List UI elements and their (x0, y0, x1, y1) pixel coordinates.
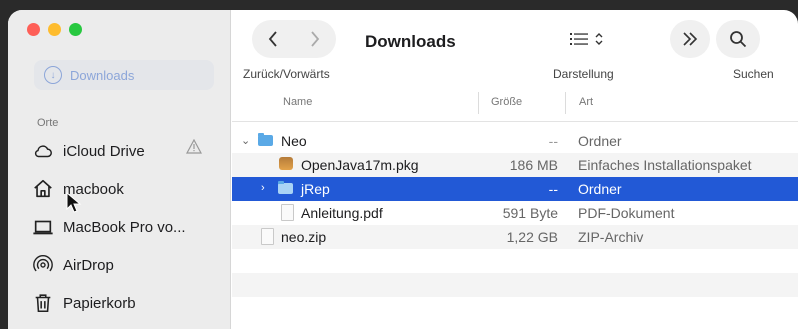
home-icon (34, 179, 52, 198)
drag-ghost-downloads: ↓ Downloads (34, 60, 214, 90)
nav-buttons (252, 20, 336, 58)
airdrop-icon (33, 255, 53, 272)
close-window-button[interactable] (27, 23, 40, 36)
warning-icon[interactable] (186, 139, 202, 154)
list-view-icon (570, 33, 588, 45)
column-divider[interactable] (565, 92, 566, 114)
zoom-window-button[interactable] (69, 23, 82, 36)
file-kind: Ordner (578, 133, 622, 149)
chevron-left-icon (268, 31, 277, 47)
search-icon (730, 31, 747, 48)
empty-row (232, 273, 798, 297)
sidebar-item-label: MacBook Pro vo... (63, 218, 186, 236)
sidebar-section-title: Orte (37, 117, 59, 129)
download-icon: ↓ (44, 66, 62, 84)
pdf-icon (281, 204, 294, 221)
column-header-kind[interactable]: Art (579, 96, 593, 108)
file-kind: Ordner (578, 181, 622, 197)
view-options-button[interactable] (560, 20, 614, 58)
disclosure-closed-icon[interactable]: › (261, 182, 265, 194)
file-row-openjava[interactable]: OpenJava17m.pkg 186 MB Einfaches Install… (232, 153, 798, 177)
sidebar-item-label: AirDrop (63, 256, 114, 274)
sidebar-item-airdrop[interactable]: AirDrop (32, 251, 114, 279)
column-header-name[interactable]: Name (283, 96, 312, 108)
sidebar-item-icloud-drive[interactable]: iCloud Drive (32, 137, 145, 165)
search-label: Suchen (733, 67, 774, 81)
search-button[interactable] (716, 20, 760, 58)
file-kind: Einfaches Installationspaket (578, 157, 752, 173)
file-name: Anleitung.pdf (301, 205, 383, 221)
window-title: Downloads (365, 32, 456, 51)
folder-icon (258, 133, 273, 146)
empty-row (232, 297, 798, 321)
file-size: 591 Byte (502, 205, 558, 221)
file-kind: PDF-Dokument (578, 205, 675, 221)
file-row-anleitung[interactable]: Anleitung.pdf 591 Byte PDF-Dokument (232, 201, 798, 225)
sidebar-item-trash[interactable]: Papierkorb (32, 289, 136, 317)
sidebar-item-label: iCloud Drive (63, 142, 145, 160)
view-options-label: Darstellung (553, 67, 614, 81)
window-controls (27, 23, 82, 36)
file-name: neo.zip (281, 229, 327, 245)
file-size: 186 MB (509, 157, 558, 173)
file-name: Neo (281, 133, 307, 149)
sidebar (8, 10, 231, 329)
file-row-neo[interactable]: ⌄ Neo -- Ordner (232, 129, 798, 153)
file-size: 1,22 GB (506, 229, 558, 245)
trash-icon (35, 294, 51, 313)
disclosure-open-icon[interactable]: ⌄ (241, 134, 250, 147)
more-toolbar-button[interactable] (670, 20, 710, 58)
header-separator (232, 121, 798, 122)
mouse-cursor-icon (66, 192, 82, 213)
cloud-icon (34, 145, 52, 158)
file-row-jrep[interactable]: › jRep -- Ordner (232, 177, 798, 201)
file-name: OpenJava17m.pkg (301, 157, 419, 173)
chevron-right-icon (311, 31, 320, 47)
file-row-neo-zip[interactable]: neo.zip 1,22 GB ZIP-Archiv (232, 225, 798, 249)
sidebar-item-macbook-pro[interactable]: MacBook Pro vo... (32, 213, 186, 241)
column-header-size[interactable]: Größe (491, 96, 522, 108)
empty-row (232, 249, 798, 273)
package-icon (279, 157, 293, 170)
double-chevron-right-icon (683, 32, 698, 46)
nav-buttons-label: Zurück/Vorwärts (243, 67, 330, 81)
forward-button[interactable] (294, 20, 336, 58)
laptop-icon (33, 220, 53, 235)
file-name: jRep (301, 181, 330, 197)
file-size: -- (548, 181, 558, 197)
minimize-window-button[interactable] (48, 23, 61, 36)
column-divider[interactable] (478, 92, 479, 114)
sidebar-item-label: Papierkorb (63, 294, 136, 312)
zip-icon (261, 228, 274, 245)
folder-icon (278, 181, 293, 194)
back-button[interactable] (252, 20, 294, 58)
file-kind: ZIP-Archiv (578, 229, 644, 245)
up-down-chevron-icon (595, 33, 603, 45)
file-size: -- (548, 133, 558, 149)
drag-ghost-label: Downloads (70, 67, 135, 83)
